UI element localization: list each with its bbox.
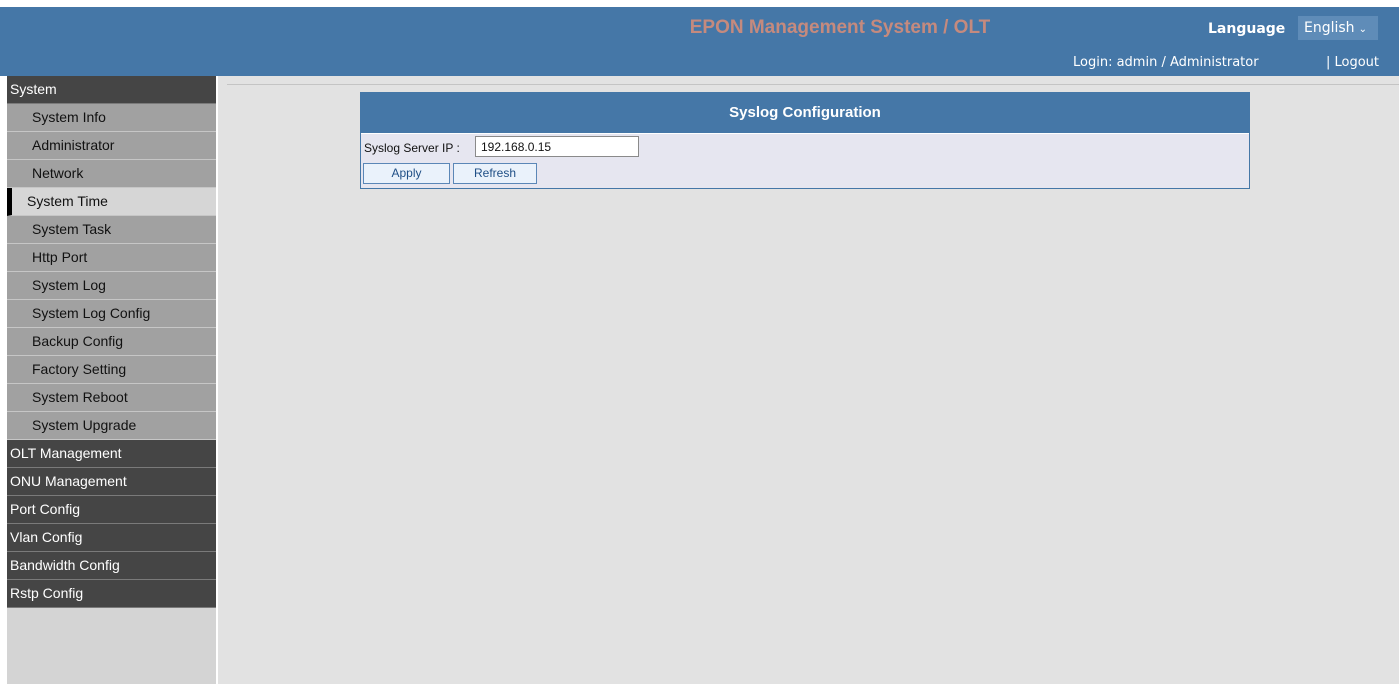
sidebar-category-rstp-config[interactable]: Rstp Config xyxy=(7,580,216,608)
refresh-button[interactable]: Refresh xyxy=(453,163,537,184)
syslog-server-ip-label: Syslog Server IP : xyxy=(364,141,460,155)
syslog-server-ip-input[interactable] xyxy=(475,136,639,157)
sidebar-menu: System System Info Administrator Network… xyxy=(7,76,216,684)
sidebar-item-system-task[interactable]: System Task xyxy=(7,216,216,244)
panel-title: Syslog Configuration xyxy=(361,93,1249,134)
content-divider xyxy=(227,84,1399,85)
sidebar-category-bandwidth-config[interactable]: Bandwidth Config xyxy=(7,552,216,580)
sidebar-category-onu-management[interactable]: ONU Management xyxy=(7,468,216,496)
sidebar-item-factory-setting[interactable]: Factory Setting xyxy=(7,356,216,384)
sidebar-item-administrator[interactable]: Administrator xyxy=(7,132,216,160)
sidebar-item-backup-config[interactable]: Backup Config xyxy=(7,328,216,356)
sidebar-item-system-reboot[interactable]: System Reboot xyxy=(7,384,216,412)
sidebar-item-system-upgrade[interactable]: System Upgrade xyxy=(7,412,216,440)
sidebar-item-system-log[interactable]: System Log xyxy=(7,272,216,300)
apply-button[interactable]: Apply xyxy=(363,163,450,184)
language-value: English xyxy=(1304,20,1355,36)
sidebar-item-system-log-config[interactable]: System Log Config xyxy=(7,300,216,328)
sidebar-item-system-info[interactable]: System Info xyxy=(7,104,216,132)
sidebar-item-system-time[interactable]: System Time xyxy=(7,188,216,216)
sidebar-item-network[interactable]: Network xyxy=(7,160,216,188)
language-label: Language xyxy=(1208,21,1286,37)
chevron-down-icon: ⌄ xyxy=(1358,24,1367,35)
sidebar-category-olt-management[interactable]: OLT Management xyxy=(7,440,216,468)
sidebar-category-port-config[interactable]: Port Config xyxy=(7,496,216,524)
system-title: EPON Management System / OLT xyxy=(689,17,991,38)
login-info: Login: admin / Administrator xyxy=(1073,55,1259,70)
main-content: Syslog Configuration Syslog Server IP : … xyxy=(218,76,1399,684)
top-header: EPON Management System / OLT Language En… xyxy=(0,7,1399,76)
sidebar-category-system[interactable]: System xyxy=(7,76,216,104)
sidebar-category-vlan-config[interactable]: Vlan Config xyxy=(7,524,216,552)
logout-link[interactable]: | Logout xyxy=(1326,55,1379,70)
syslog-config-panel: Syslog Configuration Syslog Server IP : … xyxy=(360,92,1250,189)
sidebar-item-http-port[interactable]: Http Port xyxy=(7,244,216,272)
language-select[interactable]: English ⌄ xyxy=(1298,16,1378,40)
